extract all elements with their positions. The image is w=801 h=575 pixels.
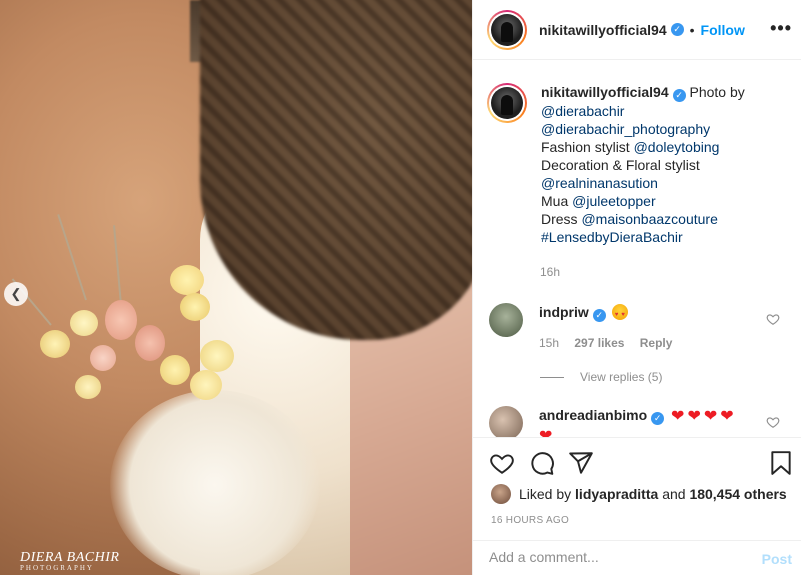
post-side-panel: nikitawillyofficial94 ✓ • Follow ••• nik… — [472, 0, 801, 575]
liker-username[interactable]: lidyapraditta — [575, 486, 658, 502]
comment-item: indpriw✓ 15h 297 likes Reply — [489, 303, 684, 350]
caption-label: Dress — [541, 211, 582, 227]
mention-link[interactable]: @realninanasution — [541, 175, 658, 191]
caption-username[interactable]: nikitawillyofficial94 — [541, 84, 669, 100]
mention-link[interactable]: @dierabachir_photography — [541, 121, 710, 137]
mention-link[interactable]: @juleetopper — [572, 193, 656, 209]
caption-text: nikitawillyofficial94 ✓ Photo by @dieraba… — [541, 83, 801, 246]
mention-link[interactable]: @doleytobing — [634, 139, 720, 155]
post-header: nikitawillyofficial94 ✓ • Follow ••• — [473, 0, 801, 60]
mention-link[interactable]: @maisonbaazcouture — [581, 211, 717, 227]
commenter-username[interactable]: indpriw — [539, 304, 589, 320]
verified-badge-icon: ✓ — [651, 412, 665, 425]
commenter-avatar[interactable] — [489, 406, 523, 437]
instagram-post-viewer: ❮ DIERA BACHIR PHOTOGRAPHY nikitawillyof… — [0, 0, 801, 575]
replies-divider — [540, 376, 564, 378]
separator-dot: • — [689, 21, 695, 38]
red-heart-emoji-icon: ❤ — [539, 428, 553, 437]
photo-watermark: DIERA BACHIR PHOTOGRAPHY — [20, 550, 120, 572]
like-comment-heart-icon[interactable] — [766, 312, 780, 326]
liker-avatar[interactable] — [491, 484, 511, 504]
comment-time: 15h — [539, 336, 560, 350]
red-heart-emoji-icon: ❤ — [687, 408, 701, 425]
like-comment-heart-icon[interactable] — [766, 415, 780, 429]
follow-button[interactable]: Follow — [701, 22, 745, 38]
caption-label: Mua — [541, 193, 573, 209]
hashtag-link[interactable]: #LensedbyDieraBachir — [541, 229, 683, 245]
caption-avatar[interactable] — [487, 83, 527, 123]
author-username[interactable]: nikitawillyofficial94 — [539, 22, 667, 38]
verified-badge-icon: ✓ — [592, 309, 606, 322]
post-photo[interactable]: ❮ DIERA BACHIR PHOTOGRAPHY — [0, 0, 472, 575]
more-options-icon[interactable]: ••• — [770, 18, 792, 39]
comments-section[interactable]: nikitawillyofficial94 ✓ Photo by @dieraba… — [473, 61, 801, 437]
likes-prefix: Liked by — [519, 486, 572, 502]
caption-intro: Photo by — [689, 84, 745, 100]
verified-badge-icon: ✓ — [672, 89, 686, 102]
commenter-username[interactable]: andreadianbimo — [539, 407, 647, 423]
red-heart-emoji-icon: ❤ — [671, 408, 685, 425]
comment-input[interactable] — [489, 549, 729, 565]
likes-middle: and — [662, 486, 686, 502]
red-heart-emoji-icon: ❤ — [703, 408, 718, 425]
comment-likes[interactable]: 297 likes — [574, 336, 624, 350]
commenter-avatar[interactable] — [489, 303, 523, 337]
view-replies-button[interactable]: View replies (5) — [540, 370, 662, 384]
author-avatar[interactable] — [487, 9, 527, 50]
chevron-left-icon: ❮ — [10, 286, 22, 301]
comment-item: andreadianbimo ✓ ❤ ❤ ❤ ❤ ❤ — [489, 406, 734, 437]
share-send-icon[interactable] — [568, 450, 594, 476]
likes-count-link[interactable]: 180,454 others — [689, 486, 786, 502]
red-heart-emoji-icon: ❤ — [720, 408, 734, 425]
reply-button[interactable]: Reply — [640, 336, 673, 350]
previous-photo-button[interactable]: ❮ — [4, 282, 28, 306]
comment-bubble-icon[interactable] — [529, 450, 555, 476]
heart-eyes-emoji-icon — [611, 304, 628, 324]
verified-badge-icon: ✓ — [670, 23, 684, 36]
post-caption: nikitawillyofficial94 ✓ Photo by @dieraba… — [487, 83, 801, 246]
post-comment-button[interactable]: Post — [762, 551, 792, 567]
caption-label: Fashion stylist — [541, 139, 634, 155]
caption-label: Decoration & Floral stylist — [541, 157, 700, 173]
mention-link[interactable]: @dierabachir — [541, 103, 624, 119]
caption-time: 16h — [540, 265, 561, 279]
bouquet — [11, 214, 240, 425]
save-bookmark-icon[interactable] — [768, 450, 794, 476]
action-bar — [473, 437, 801, 475]
add-comment-bar: Post — [473, 540, 801, 575]
likes-summary: Liked by lidyapraditta and 180,454 other… — [491, 484, 787, 504]
like-heart-icon[interactable] — [489, 450, 515, 476]
post-timestamp[interactable]: 16 HOURS AGO — [491, 515, 569, 526]
